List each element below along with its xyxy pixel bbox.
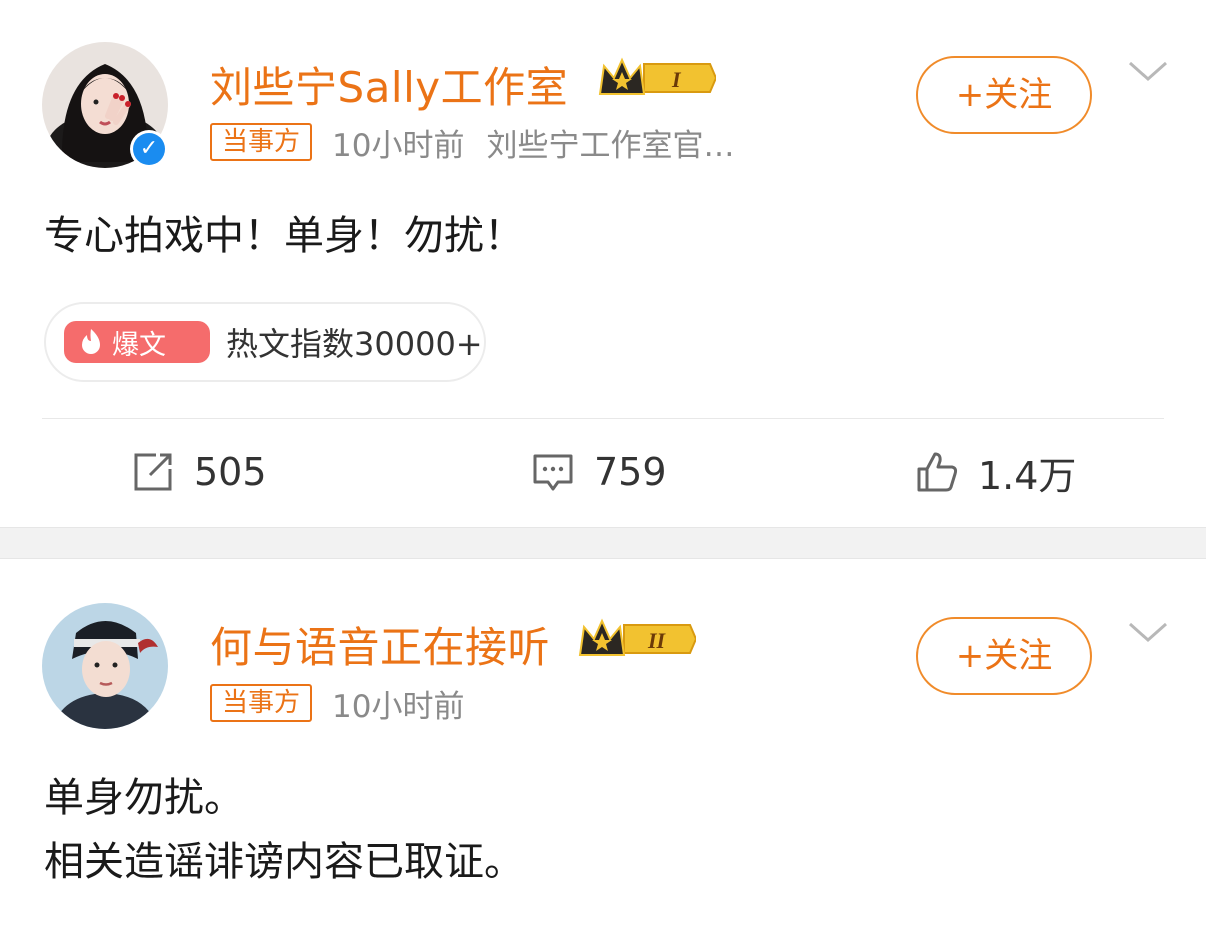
post-meta: 当事方 10小时前: [210, 683, 465, 725]
post-separator: [0, 527, 1206, 559]
avatar[interactable]: [42, 603, 168, 729]
party-tag: 当事方: [210, 123, 313, 161]
content-line: 相关造谣诽谤内容已取证。: [44, 839, 524, 885]
post-time: 10小时前: [332, 127, 465, 164]
crown-icon: I: [598, 57, 716, 95]
comment-count: 759: [594, 450, 667, 494]
repost-icon: [134, 453, 172, 491]
author-name[interactable]: 刘些宁Sally工作室: [210, 54, 568, 115]
repost-count: 505: [194, 450, 267, 494]
comment-icon: [533, 454, 573, 491]
follow-button[interactable]: +关注: [916, 56, 1092, 134]
post-time: 10小时前: [332, 688, 465, 725]
weibo-post-1: ✓ 刘些宁Sally工作室 I 当事方 10小时前 刘些宁工作室官… +关注 专…: [0, 0, 1206, 527]
post-source[interactable]: 刘些宁工作室官…: [486, 120, 734, 165]
chevron-down-icon[interactable]: [1126, 58, 1170, 84]
follow-button[interactable]: +关注: [916, 617, 1092, 695]
repost-button[interactable]: 505: [130, 440, 267, 504]
verified-icon: ✓: [130, 130, 168, 168]
hot-post-pill[interactable]: 爆文 热文指数30000+: [44, 302, 486, 382]
post-meta: 当事方 10小时前 刘些宁工作室官…: [210, 120, 734, 165]
hot-badge-label: 爆文: [112, 329, 166, 361]
post-content: 单身勿扰。 相关造谣诽谤内容已取证。: [44, 766, 524, 894]
like-button[interactable]: 1.4万: [914, 440, 1076, 504]
author-name[interactable]: 何与语音正在接听: [210, 614, 550, 675]
crown-level: II: [647, 628, 667, 653]
content-line: 专心拍戏中！单身！勿扰！: [44, 213, 524, 259]
party-tag: 当事方: [210, 684, 313, 722]
divider: [42, 418, 1164, 419]
hot-badge: 爆文: [64, 321, 210, 363]
comment-button[interactable]: 759: [530, 440, 667, 504]
post-content: 专心拍戏中！单身！勿扰！: [44, 204, 524, 268]
weibo-post-2: 何与语音正在接听 II 当事方 10小时前 +关注 单身勿扰。 相关造谣诽谤内容…: [0, 559, 1206, 931]
like-count: 1.4万: [978, 453, 1077, 498]
like-icon: [917, 452, 958, 492]
chevron-down-icon[interactable]: [1126, 619, 1170, 645]
crown-icon: II: [578, 618, 696, 656]
flame-icon: [82, 329, 100, 354]
content-line: 单身勿扰。: [44, 775, 244, 821]
crown-level: I: [671, 67, 682, 92]
hot-index-text: 热文指数30000+: [226, 325, 483, 363]
